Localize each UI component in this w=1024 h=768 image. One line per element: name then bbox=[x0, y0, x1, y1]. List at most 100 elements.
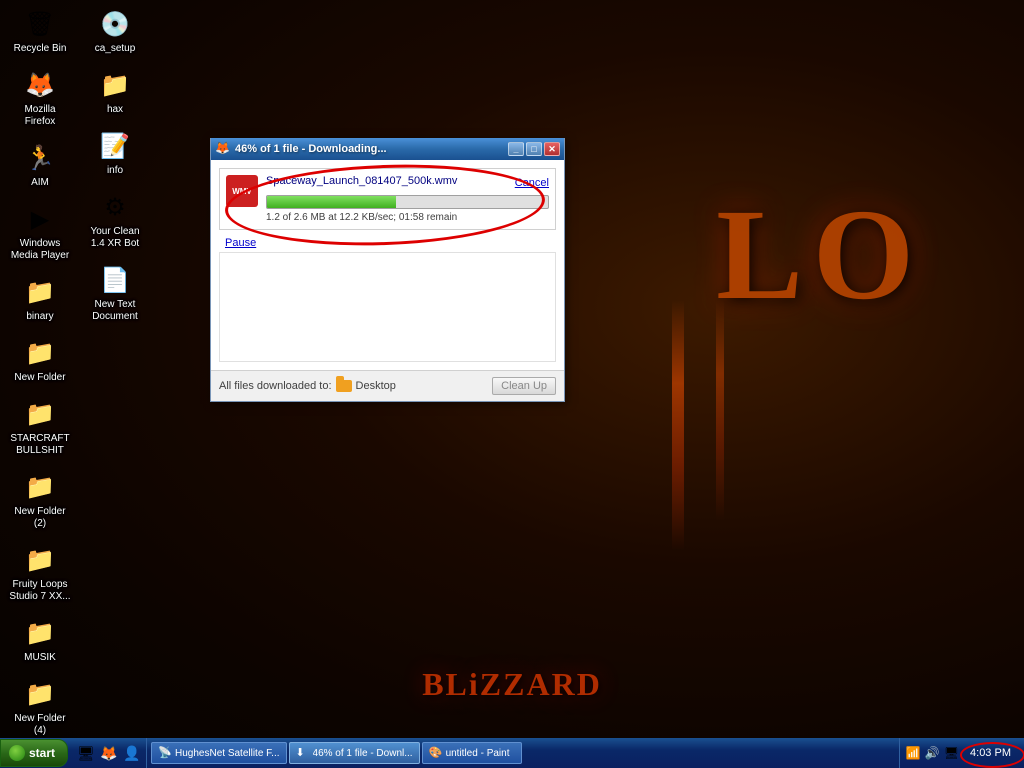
folder-icon: 📁 bbox=[24, 276, 56, 308]
systray-display-icon: 🖥 bbox=[944, 746, 959, 760]
icon-label: New Folder (4) bbox=[8, 713, 72, 737]
icon-recycle-bin[interactable]: 🗑 Recycle Bin bbox=[5, 5, 75, 58]
hughesnet-icon: 📡 bbox=[158, 746, 172, 760]
close-button[interactable]: ✕ bbox=[544, 142, 560, 156]
icon-clean-xr-bot[interactable]: ⚙ Your Clean 1.4 XR Bot bbox=[80, 188, 150, 253]
quick-launch: 🖥 🦊 👤 bbox=[72, 738, 147, 768]
folder-icon: 📁 bbox=[24, 398, 56, 430]
wmp-icon: ▶ bbox=[24, 203, 56, 235]
download-item: WMV Spaceway_Launch_081407_500k.wmv Canc… bbox=[219, 168, 556, 230]
taskbar-item-label: untitled - Paint bbox=[446, 748, 510, 759]
dialog-title: 46% of 1 file - Downloading... bbox=[235, 143, 508, 155]
text-file-icon: 📄 bbox=[99, 264, 131, 296]
minimize-button[interactable]: _ bbox=[508, 142, 524, 156]
destination-folder-icon bbox=[336, 380, 352, 392]
icon-label: Your Clean 1.4 XR Bot bbox=[83, 226, 147, 250]
systray-network-icon: 📶 bbox=[906, 746, 921, 760]
taskbar-items: 📡 HughesNet Satellite F... ⬇ 46% of 1 fi… bbox=[151, 742, 899, 764]
icon-label: Mozilla Firefox bbox=[8, 104, 72, 128]
setup-icon: 💿 bbox=[99, 8, 131, 40]
ql-firefox[interactable]: 🦊 bbox=[99, 743, 119, 763]
icon-hax[interactable]: 📁 hax bbox=[80, 66, 150, 119]
icon-ca-setup[interactable]: 💿 ca_setup bbox=[80, 5, 150, 58]
folder-icon: 📁 bbox=[24, 544, 56, 576]
systray-volume-icon: 🔊 bbox=[925, 746, 940, 760]
icon-musik[interactable]: 📁 MUSIK bbox=[5, 614, 75, 667]
icon-label: ca_setup bbox=[95, 43, 136, 55]
desktop: LO BLiZZARD 🗑 Recycle Bin 🦊 Mozilla Fire… bbox=[0, 0, 1024, 768]
icon-mozilla-firefox[interactable]: 🦊 Mozilla Firefox bbox=[5, 66, 75, 131]
icon-windows-media-player[interactable]: ▶ Windows Media Player bbox=[5, 200, 75, 265]
icon-fruity-loops[interactable]: 📁 Fruity Loops Studio 7 XX... bbox=[5, 541, 75, 606]
start-button[interactable]: start bbox=[0, 739, 68, 767]
folder-icon: 📁 bbox=[24, 337, 56, 369]
desktop-icons-col2: 💿 ca_setup 📁 hax 📝 info ⚙ Your Clean 1.4… bbox=[80, 5, 150, 332]
download-info: Spaceway_Launch_081407_500k.wmv Cancel 1… bbox=[266, 175, 549, 223]
icon-label: binary bbox=[26, 311, 53, 323]
icon-new-folder-2[interactable]: 📁 New Folder (2) bbox=[5, 468, 75, 533]
pillar-left bbox=[672, 300, 684, 550]
download-stats: 1.2 of 2.6 MB at 12.2 KB/sec; 01:58 rema… bbox=[266, 212, 549, 223]
system-clock: 4:03 PM bbox=[963, 745, 1018, 761]
pause-link[interactable]: Pause bbox=[225, 237, 256, 249]
icon-label: info bbox=[107, 165, 123, 177]
diablo-logo-text: LO bbox=[716, 180, 924, 330]
maximize-button[interactable]: □ bbox=[526, 142, 542, 156]
taskbar-item-hughesnet[interactable]: 📡 HughesNet Satellite F... bbox=[151, 742, 287, 764]
icon-label: hax bbox=[107, 104, 123, 116]
icon-label: Fruity Loops Studio 7 XX... bbox=[8, 579, 72, 603]
footer-label: All files downloaded to: bbox=[219, 380, 332, 392]
start-orb-icon bbox=[9, 745, 25, 761]
dialog-body: WMV Spaceway_Launch_081407_500k.wmv Canc… bbox=[211, 160, 564, 370]
icon-aim[interactable]: 🏃 AIM bbox=[5, 139, 75, 192]
progress-bar-container bbox=[266, 195, 549, 209]
dialog-footer: All files downloaded to: Desktop Clean U… bbox=[211, 370, 564, 401]
progress-bar-fill bbox=[267, 196, 396, 208]
icon-info[interactable]: 📝 info bbox=[80, 127, 150, 180]
icon-new-folder-4[interactable]: 📁 New Folder (4) bbox=[5, 675, 75, 740]
icon-label: STARCRAFT BULLSHIT bbox=[8, 433, 72, 457]
aim-icon: 🏃 bbox=[24, 142, 56, 174]
desktop-icons-col1: 🗑 Recycle Bin 🦊 Mozilla Firefox 🏃 AIM ▶ … bbox=[5, 5, 75, 768]
icon-binary[interactable]: 📁 binary bbox=[5, 273, 75, 326]
paint-icon: 🎨 bbox=[429, 746, 443, 760]
folder-icon: 📁 bbox=[99, 69, 131, 101]
icon-starcraft[interactable]: 📁 STARCRAFT BULLSHIT bbox=[5, 395, 75, 460]
folder-icon: 📁 bbox=[24, 617, 56, 649]
folder-icon: 📁 bbox=[24, 471, 56, 503]
icon-label: New Folder bbox=[14, 372, 65, 384]
download-list-area bbox=[219, 252, 556, 362]
icon-label: MUSIK bbox=[24, 652, 56, 664]
taskbar-item-paint[interactable]: 🎨 untitled - Paint bbox=[422, 742, 522, 764]
folder-icon: 📁 bbox=[24, 678, 56, 710]
recycle-bin-icon: 🗑 bbox=[24, 8, 56, 40]
dialog-titlebar: 🦊 46% of 1 file - Downloading... _ □ ✕ bbox=[211, 138, 564, 160]
icon-new-folder[interactable]: 📁 New Folder bbox=[5, 334, 75, 387]
pillar-right bbox=[716, 300, 724, 520]
icon-new-text-document[interactable]: 📄 New Text Document bbox=[80, 261, 150, 326]
icon-label: New Text Document bbox=[83, 299, 147, 323]
system-tray: 📶 🔊 🖥 4:03 PM bbox=[899, 738, 1024, 768]
download-filename: Spaceway_Launch_081407_500k.wmv bbox=[266, 175, 457, 187]
download-dialog: 🦊 46% of 1 file - Downloading... _ □ ✕ W… bbox=[210, 138, 565, 402]
icon-label: New Folder (2) bbox=[8, 506, 72, 530]
download-icon: ⬇ bbox=[296, 746, 310, 760]
ql-show-desktop[interactable]: 🖥 bbox=[76, 743, 96, 763]
taskbar-item-download[interactable]: ⬇ 46% of 1 file - Downl... bbox=[289, 742, 420, 764]
ql-person[interactable]: 👤 bbox=[122, 743, 142, 763]
cleanup-button[interactable]: Clean Up bbox=[492, 377, 556, 395]
cancel-link[interactable]: Cancel bbox=[515, 177, 549, 189]
icon-label: Windows Media Player bbox=[8, 238, 72, 262]
bot-icon: ⚙ bbox=[99, 191, 131, 223]
dialog-controls: _ □ ✕ bbox=[508, 142, 560, 156]
icon-label: AIM bbox=[31, 177, 49, 189]
footer-destination: All files downloaded to: Desktop bbox=[219, 380, 492, 392]
firefox-icon: 🦊 bbox=[24, 69, 56, 101]
wmv-icon: WMV bbox=[226, 175, 258, 207]
taskbar: start 🖥 🦊 👤 📡 HughesNet Satellite F... ⬇… bbox=[0, 738, 1024, 768]
start-label: start bbox=[29, 746, 55, 760]
icon-label: Recycle Bin bbox=[14, 43, 67, 55]
info-icon: 📝 bbox=[99, 130, 131, 162]
dialog-actions: Pause bbox=[219, 234, 556, 252]
taskbar-item-label: 46% of 1 file - Downl... bbox=[313, 748, 413, 759]
